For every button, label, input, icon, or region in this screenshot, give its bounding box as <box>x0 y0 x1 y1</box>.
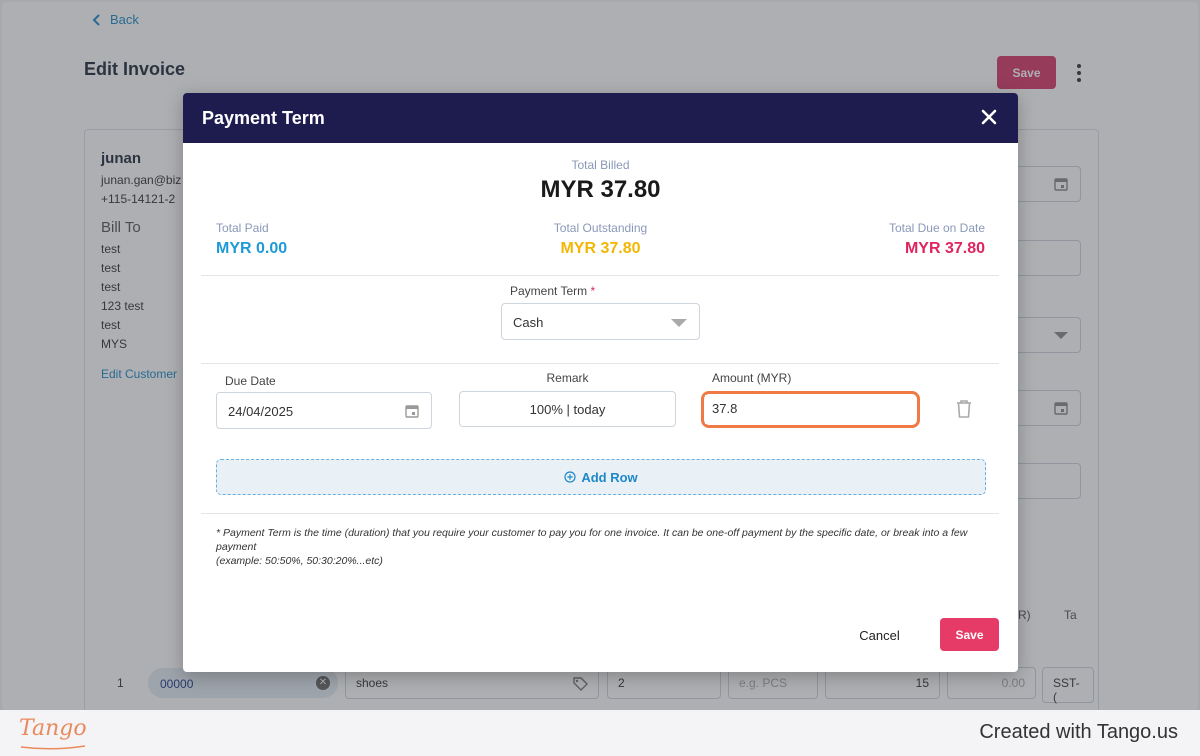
divider <box>201 275 999 276</box>
dialog-header: Payment Term <box>183 93 1018 143</box>
trash-icon[interactable] <box>955 399 973 419</box>
payment-term-select[interactable]: Cash <box>501 303 700 340</box>
total-due-label: Total Due on Date <box>888 221 985 235</box>
amount-input[interactable]: 37.8 <box>705 395 915 424</box>
add-row-button[interactable]: Add Row <box>216 459 986 495</box>
payment-term-value: Cash <box>513 315 544 330</box>
logo-underline <box>20 745 86 750</box>
add-row-label: Add Row <box>581 469 638 485</box>
dialog-title: Payment Term <box>202 107 325 128</box>
total-outstanding-value: MYR 37.80 <box>560 240 641 257</box>
tango-footer: Tango Created with Tango.us <box>0 710 1200 756</box>
payment-term-dialog: Payment Term Total Billed MYR 37.80 Tota… <box>183 93 1018 672</box>
remark-input[interactable]: 100% | today <box>459 391 676 427</box>
divider <box>201 513 999 514</box>
total-billed-label: Total Billed <box>571 158 630 172</box>
remark-label: Remark <box>546 371 589 385</box>
total-due-value: MYR 37.80 <box>904 240 985 257</box>
required-marker: * <box>590 284 596 298</box>
due-date-value: 24/04/2025 <box>228 404 294 419</box>
close-icon[interactable] <box>980 108 1000 128</box>
caret-down-icon <box>671 319 687 327</box>
payment-term-note: * Payment Term is the time (duration) th… <box>216 527 968 567</box>
due-date-input[interactable]: 24/04/2025 <box>216 392 432 429</box>
cancel-button[interactable]: Cancel <box>843 619 916 651</box>
payment-term-label: Payment Term * <box>510 284 596 298</box>
total-billed-value: MYR 37.80 <box>540 176 661 203</box>
due-date-label: Due Date <box>225 374 276 388</box>
calendar-icon[interactable] <box>405 404 419 418</box>
created-with-text: Created with Tango.us <box>979 721 1178 743</box>
amount-label: Amount (MYR) <box>712 371 792 385</box>
save-button[interactable]: Save <box>940 618 999 651</box>
plus-circle-icon <box>564 471 576 483</box>
divider <box>201 363 999 364</box>
tango-logo: Tango <box>19 716 87 750</box>
